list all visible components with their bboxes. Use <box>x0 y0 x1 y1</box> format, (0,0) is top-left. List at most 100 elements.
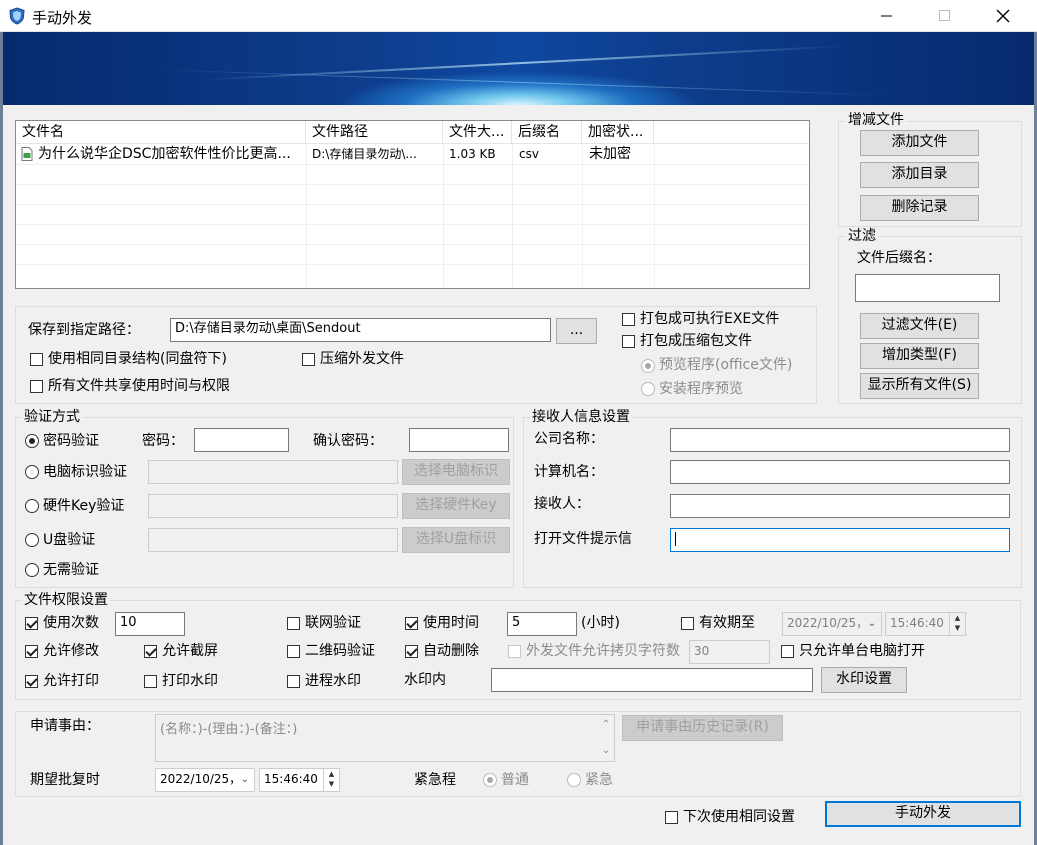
hw-key-verify-radio[interactable] <box>25 499 39 513</box>
close-icon <box>996 9 1010 23</box>
add-directory-button[interactable]: 添加目录 <box>860 162 979 188</box>
close-button[interactable] <box>980 0 1026 32</box>
browse-button[interactable]: ... <box>556 318 597 344</box>
watermark-content-input[interactable] <box>491 668 813 692</box>
usb-verify-radio[interactable] <box>25 533 39 547</box>
expire-date-picker[interactable]: 2022/10/25， ⌄ <box>782 612 882 636</box>
same-dir-structure-checkbox[interactable] <box>30 353 43 366</box>
permissions-legend: 文件权限设置 <box>22 592 110 608</box>
urgency-urgent-label: 紧急 <box>585 772 613 788</box>
column-header-size[interactable]: 文件大... <box>443 121 512 144</box>
delete-record-button[interactable]: 删除记录 <box>860 195 979 221</box>
urgency-urgent-radio[interactable] <box>567 773 581 787</box>
watermark-settings-button[interactable]: 水印设置 <box>821 667 907 693</box>
copy-chars-input[interactable]: 30 <box>689 640 770 664</box>
allow-copy-chars-label: 外发文件允许拷贝字符数 <box>526 643 680 659</box>
qr-verify-label: 二维码验证 <box>305 643 375 659</box>
suffix-input[interactable] <box>855 274 1000 302</box>
add-type-button[interactable]: 增加类型(F) <box>860 343 979 369</box>
password-input[interactable] <box>194 428 289 452</box>
allow-screenshot-checkbox[interactable] <box>144 645 157 658</box>
single-pc-checkbox[interactable] <box>781 645 794 658</box>
allow-modify-label: 允许修改 <box>43 643 99 659</box>
confirm-password-label: 确认密码： <box>313 433 383 449</box>
window-border-left <box>0 32 3 845</box>
filter-files-button[interactable]: 过滤文件(E) <box>860 313 979 339</box>
expire-time-picker[interactable]: 15:46:40 ▲ ▼ <box>885 612 966 636</box>
no-verify-radio[interactable] <box>25 563 39 577</box>
show-all-files-button[interactable]: 显示所有文件(S) <box>860 373 979 399</box>
suffix-label: 文件后缀名： <box>857 250 941 266</box>
select-usb-button[interactable]: 选择U盘标识 <box>402 527 510 553</box>
allow-screenshot-label: 允许截屏 <box>162 643 218 659</box>
confirm-password-input[interactable] <box>409 428 509 452</box>
reason-textarea[interactable]: (名称：)-(理由：)-(备注：) ⌃ ⌄ <box>155 714 615 762</box>
auto-delete-checkbox[interactable] <box>405 645 418 658</box>
allow-copy-chars-checkbox[interactable] <box>508 645 521 658</box>
verify-legend: 验证方式 <box>22 409 82 425</box>
allow-modify-checkbox[interactable] <box>25 645 38 658</box>
computer-name-input[interactable] <box>670 460 1010 484</box>
preview-office-label: 预览程序(office文件) <box>659 357 793 373</box>
compress-send-checkbox[interactable] <box>302 353 315 366</box>
use-count-checkbox[interactable] <box>25 617 38 630</box>
pc-id-input <box>148 460 398 484</box>
expect-time-label: 期望批复时 <box>30 772 100 788</box>
compress-send-label: 压缩外发文件 <box>320 351 404 367</box>
time-spinner[interactable]: ▲ ▼ <box>949 613 965 635</box>
maximize-button[interactable] <box>922 0 968 32</box>
company-input[interactable] <box>670 428 1010 452</box>
manual-send-button[interactable]: 手动外发 <box>825 801 1021 827</box>
scroll-up-icon[interactable]: ⌃ <box>598 717 614 733</box>
receiver-input[interactable] <box>670 494 1010 518</box>
expire-label: 有效期至 <box>699 615 755 631</box>
password-verify-radio[interactable] <box>25 434 39 448</box>
reason-placeholder: (名称：)-(理由：)-(备注：) <box>160 722 298 737</box>
pack-exe-checkbox[interactable] <box>622 313 635 326</box>
urgency-normal-label: 普通 <box>501 772 529 788</box>
pack-zip-checkbox[interactable] <box>622 335 635 348</box>
share-time-perms-checkbox[interactable] <box>30 380 43 393</box>
hw-key-input <box>148 494 398 518</box>
qr-verify-checkbox[interactable] <box>287 645 300 658</box>
same-settings-checkbox[interactable] <box>665 811 678 824</box>
allow-print-checkbox[interactable] <box>25 675 38 688</box>
column-header-status[interactable]: 加密状... <box>582 121 654 144</box>
column-header-path[interactable]: 文件路径 <box>306 121 443 144</box>
install-preview-radio[interactable] <box>641 382 655 396</box>
use-count-input[interactable]: 10 <box>115 612 185 636</box>
chevron-down-icon: ⌄ <box>867 618 877 629</box>
cell-file-path: D:\存储目录勿动\... <box>312 147 417 161</box>
expect-time-picker[interactable]: 15:46:40 ▲ ▼ <box>259 768 340 792</box>
minimize-button[interactable] <box>864 0 910 32</box>
column-header-name[interactable]: 文件名 <box>16 121 306 144</box>
expire-checkbox[interactable] <box>681 617 694 630</box>
use-time-checkbox[interactable] <box>405 617 418 630</box>
scroll-down-icon[interactable]: ⌄ <box>598 743 614 759</box>
column-header-ext[interactable]: 后缀名 <box>512 121 582 144</box>
select-hw-key-button[interactable]: 选择硬件Key <box>402 493 510 519</box>
table-row[interactable]: 为什么说华企DSC加密软件性价比更高... D:\存储目录勿动\... 1.03… <box>16 144 654 164</box>
online-verify-label: 联网验证 <box>305 615 361 631</box>
prompt-input[interactable] <box>670 528 1010 552</box>
reason-history-button[interactable]: 申请事由历史记录(R) <box>622 715 783 741</box>
reason-label: 申请事由： <box>30 718 100 734</box>
online-verify-checkbox[interactable] <box>287 617 300 630</box>
preview-office-radio[interactable] <box>641 359 655 373</box>
file-list[interactable]: 文件名 文件路径 文件大... 后缀名 加密状... 为什么说华企DSC加密软件… <box>15 120 810 289</box>
time-spinner[interactable]: ▲ ▼ <box>323 769 339 791</box>
urgency-normal-radio[interactable] <box>483 773 497 787</box>
password-label: 密码： <box>142 433 184 449</box>
select-pc-id-button[interactable]: 选择电脑标识 <box>402 459 510 485</box>
add-file-button[interactable]: 添加文件 <box>860 130 979 156</box>
use-time-input[interactable]: 5 <box>507 612 577 636</box>
receiver-label: 接收人： <box>534 496 590 512</box>
pc-id-verify-radio[interactable] <box>25 465 39 479</box>
process-watermark-checkbox[interactable] <box>287 675 300 688</box>
cell-file-name: 为什么说华企DSC加密软件性价比更高... <box>38 146 291 162</box>
expire-date-value: 2022/10/25， <box>787 616 869 630</box>
process-watermark-label: 进程水印 <box>305 673 361 689</box>
expect-date-picker[interactable]: 2022/10/25， ⌄ <box>155 768 255 792</box>
save-path-input[interactable]: D:\存储目录勿动\桌面\Sendout <box>170 318 551 342</box>
print-watermark-checkbox[interactable] <box>144 675 157 688</box>
